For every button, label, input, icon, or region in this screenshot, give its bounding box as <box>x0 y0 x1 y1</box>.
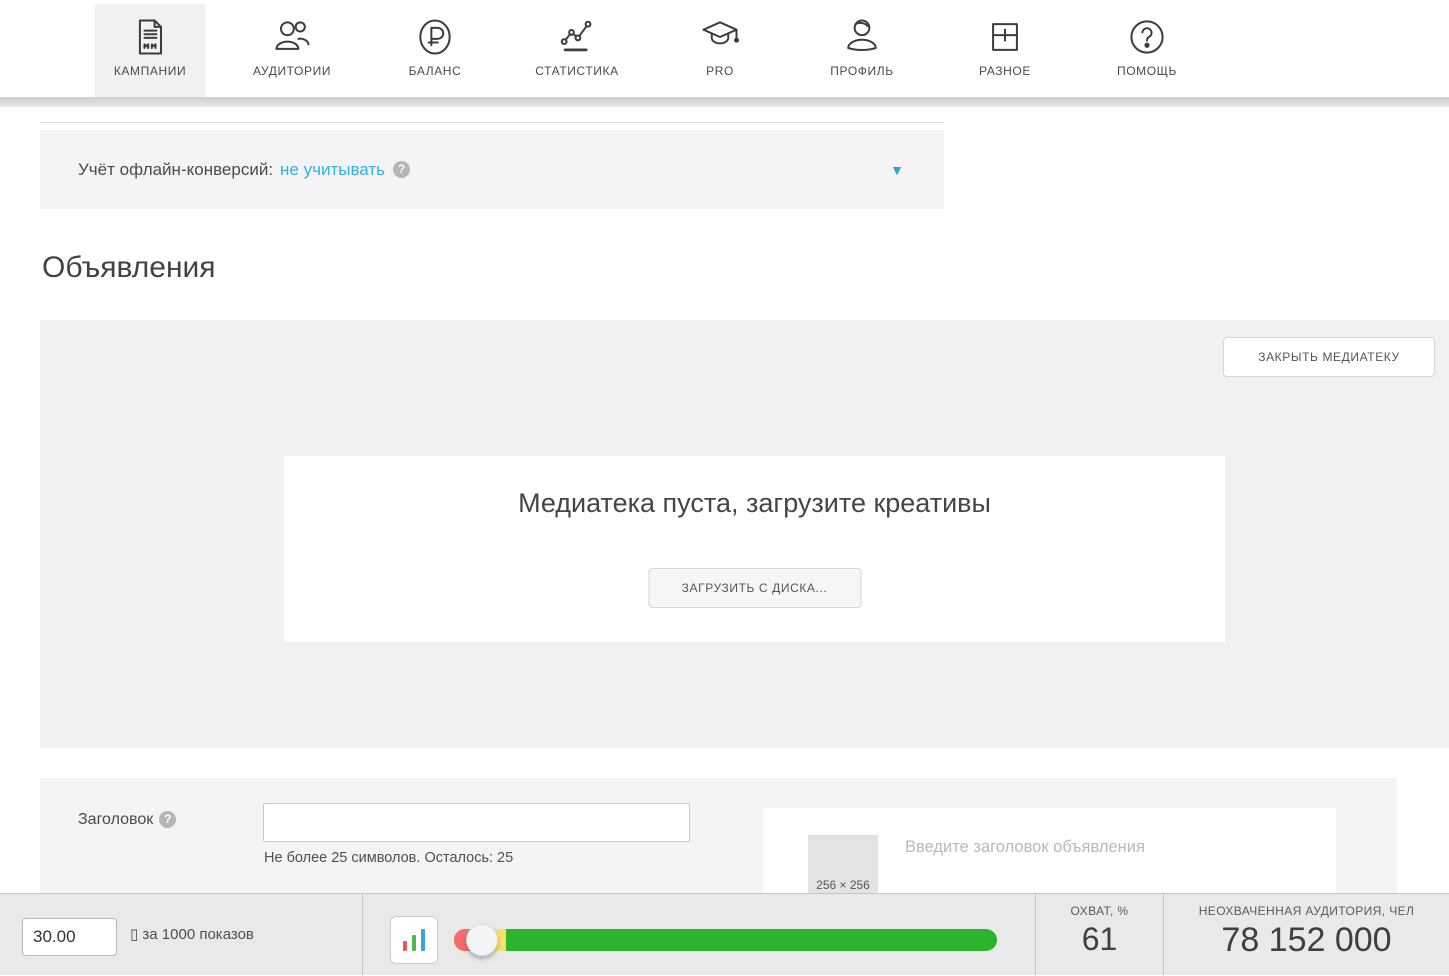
nav-item-campaigns[interactable]: КАМПАНИИ <box>95 4 205 97</box>
nav-label: АУДИТОРИИ <box>253 64 331 78</box>
close-media-library-button[interactable]: ЗАКРЫТЬ МЕДИАТЕКУ <box>1223 337 1435 377</box>
nav-label: СТАТИСТИКА <box>535 64 618 78</box>
nav-item-pro[interactable]: PRO <box>665 4 775 97</box>
nav-label: БАЛАНС <box>409 64 462 78</box>
nav-item-statistics[interactable]: СТАТИСТИКА <box>522 4 632 97</box>
price-input[interactable] <box>22 918 117 956</box>
nav-label: ПРОФИЛЬ <box>830 64 893 78</box>
reach-label: ОХВАТ, % <box>1036 904 1163 918</box>
ad-form-panel: Заголовок? Не более 25 символов. Осталос… <box>40 778 1397 895</box>
question-circle-icon <box>1124 14 1170 60</box>
offline-conversions-value-link[interactable]: не учитывать <box>280 160 385 180</box>
title-field-label-text: Заголовок <box>78 811 153 828</box>
unreached-audience-label: НЕОХВАЧЕННАЯ АУДИТОРИЯ, ЧЕЛ <box>1164 904 1449 918</box>
nav-label: ПОМОЩЬ <box>1117 64 1177 78</box>
document-icon <box>127 14 173 60</box>
line-chart-icon <box>554 14 600 60</box>
media-library-empty-message: Медиатека пуста, загрузите креативы <box>284 488 1225 519</box>
help-icon[interactable]: ? <box>159 811 176 828</box>
slider-handle[interactable] <box>466 924 498 956</box>
nav-item-help[interactable]: ПОМОЩЬ <box>1092 4 1202 97</box>
reach-value: 61 <box>1036 921 1163 958</box>
graduation-cap-icon <box>697 14 743 60</box>
offline-conversions-panel: Учёт офлайн-конверсий: не учитывать ? ▼ <box>40 130 944 209</box>
window-plus-icon <box>982 14 1028 60</box>
ruble-circle-icon <box>412 14 458 60</box>
media-library-empty-box: Медиатека пуста, загрузите креативы ЗАГР… <box>284 456 1225 642</box>
nav-label: КАМПАНИИ <box>114 64 186 78</box>
bottom-bar: ▯ за 1000 показов ОХВАТ, % 61 НЕОХВАЧЕНН… <box>0 893 1449 975</box>
media-library-panel: ЗАКРЫТЬ МЕДИАТЕКУ Медиатека пуста, загру… <box>40 320 1449 748</box>
help-icon[interactable]: ? <box>393 161 410 178</box>
person-icon <box>839 14 885 60</box>
bar-chart-icon <box>403 941 407 951</box>
ad-preview-card: 256 × 256 Введите заголовок объявления <box>763 808 1336 895</box>
chevron-down-icon[interactable]: ▼ <box>890 162 904 178</box>
nav-label: PRO <box>706 64 734 78</box>
nav-label: РАЗНОЕ <box>979 64 1031 78</box>
divider <box>362 894 363 976</box>
ads-section-title: Объявления <box>42 251 216 285</box>
reach-metric: ОХВАТ, % 61 <box>1036 894 1163 976</box>
price-coverage-slider[interactable] <box>454 929 997 951</box>
title-input[interactable] <box>263 803 690 842</box>
offline-conversions-label: Учёт офлайн-конверсий: <box>78 160 273 180</box>
collapsed-section-remnant <box>40 107 944 123</box>
unreached-audience-metric: НЕОХВАЧЕННАЯ АУДИТОРИЯ, ЧЕЛ 78 152 000 <box>1164 894 1449 976</box>
title-char-limit-hint: Не более 25 символов. Осталось: 25 <box>264 850 513 866</box>
nav-item-balance[interactable]: БАЛАНС <box>380 4 490 97</box>
coverage-chart-button[interactable] <box>390 916 438 964</box>
nav-item-misc[interactable]: РАЗНОЕ <box>950 4 1060 97</box>
slider-track-green <box>454 929 997 951</box>
price-unit-label: ▯ за 1000 показов <box>130 925 254 943</box>
image-placeholder: 256 × 256 <box>808 835 878 895</box>
nav-shadow-strip <box>0 97 1449 107</box>
nav-item-profile[interactable]: ПРОФИЛЬ <box>807 4 917 97</box>
unreached-audience-value: 78 152 000 <box>1164 921 1449 960</box>
preview-title-placeholder: Введите заголовок объявления <box>905 838 1145 857</box>
people-icon <box>269 14 315 60</box>
top-nav: КАМПАНИИ АУДИТОРИИ БАЛАНС <box>0 0 1449 97</box>
nav-item-audiences[interactable]: АУДИТОРИИ <box>237 4 347 97</box>
title-field-label: Заголовок? <box>78 811 176 829</box>
upload-from-disk-button[interactable]: ЗАГРУЗИТЬ С ДИСКА... <box>648 568 861 608</box>
